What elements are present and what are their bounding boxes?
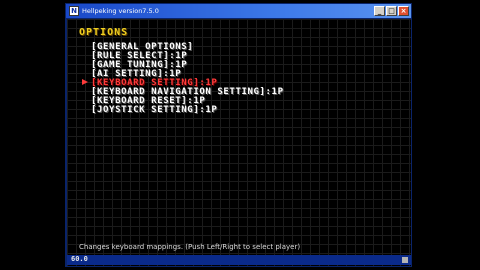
game-viewport[interactable]: OPTIONS [GENERAL OPTIONS] [RULE SELECT]:…: [67, 19, 411, 266]
options-heading: OPTIONS: [79, 27, 129, 38]
window-controls: _ □ ×: [374, 6, 409, 16]
fps-readout: 60.0: [71, 255, 88, 263]
menu-item-keyboard-setting[interactable]: [KEYBOARD SETTING]:1P: [75, 78, 284, 88]
menu-item-label: [JOYSTICK SETTING]:1P: [91, 105, 218, 115]
app-icon[interactable]: N: [69, 6, 79, 16]
close-button[interactable]: ×: [398, 6, 409, 16]
status-bar: 60.0: [67, 255, 411, 265]
menu-item-keyboard-reset[interactable]: [KEYBOARD RESET]:1P: [75, 96, 284, 106]
window-title: Hellpeking version7.5.0: [82, 7, 159, 15]
help-text: Changes keyboard mappings. (Push Left/Ri…: [79, 243, 301, 251]
resize-grip-icon[interactable]: [402, 257, 408, 263]
menu-item-ai-setting[interactable]: [AI SETTING]:1P: [75, 69, 284, 79]
game-window: N Hellpeking version7.5.0 _ □ × OPTIONS …: [65, 3, 412, 267]
menu-item-game-tuning[interactable]: [GAME TUNING]:1P: [75, 60, 284, 70]
selection-cursor-icon: [82, 79, 88, 85]
screen-background: N Hellpeking version7.5.0 _ □ × OPTIONS …: [0, 0, 480, 270]
menu-item-rule-select[interactable]: [RULE SELECT]:1P: [75, 51, 284, 61]
maximize-button[interactable]: □: [386, 6, 397, 16]
minimize-button[interactable]: _: [374, 6, 385, 16]
options-menu: [GENERAL OPTIONS] [RULE SELECT]:1P [GAME…: [75, 42, 284, 115]
menu-item-general-options[interactable]: [GENERAL OPTIONS]: [75, 42, 284, 52]
title-bar[interactable]: N Hellpeking version7.5.0 _ □ ×: [66, 4, 411, 18]
menu-item-joystick-setting[interactable]: [JOYSTICK SETTING]:1P: [75, 105, 284, 115]
menu-item-keyboard-navigation-setting[interactable]: [KEYBOARD NAVIGATION SETTING]:1P: [75, 87, 284, 97]
